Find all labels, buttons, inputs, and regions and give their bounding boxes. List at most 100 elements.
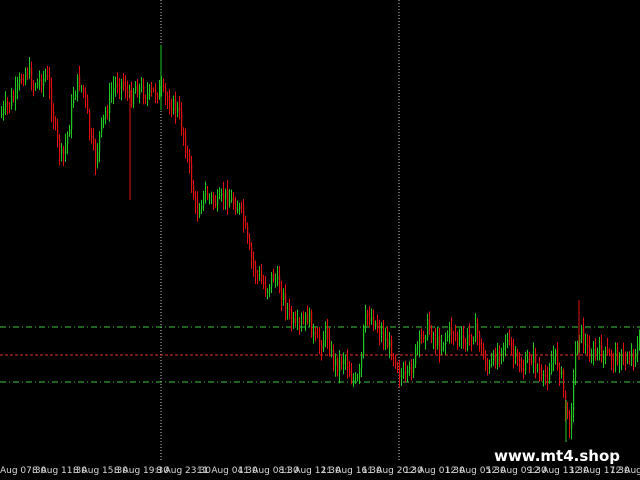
- bear-candle: [143, 86, 145, 99]
- bull-candle: [505, 343, 507, 346]
- bear-candle: [587, 344, 589, 348]
- bear-candle: [391, 340, 393, 358]
- bear-candle: [483, 347, 485, 358]
- bull-candle: [637, 346, 639, 356]
- bear-candle: [609, 352, 611, 355]
- bull-candle: [543, 374, 545, 376]
- bear-candle: [557, 350, 559, 367]
- bull-candle: [515, 352, 517, 357]
- bull-candle: [101, 119, 103, 134]
- bear-candle: [195, 196, 197, 203]
- bull-candle: [39, 79, 41, 82]
- bear-candle: [487, 366, 489, 369]
- bear-candle: [495, 354, 497, 365]
- bear-candle: [469, 334, 471, 337]
- bull-candle: [433, 337, 435, 340]
- bear-candle: [377, 323, 379, 329]
- bull-candle: [237, 209, 239, 212]
- bear-candle: [369, 317, 371, 322]
- bear-candle: [213, 196, 215, 202]
- bear-candle: [9, 104, 11, 107]
- bear-candle: [223, 193, 225, 200]
- bear-candle: [95, 144, 97, 164]
- bull-candle: [507, 340, 509, 344]
- bull-candle: [239, 205, 241, 210]
- bear-candle: [439, 336, 441, 352]
- bear-candle: [27, 72, 29, 75]
- bull-candle: [385, 338, 387, 341]
- bear-candle: [393, 357, 395, 359]
- bear-candle: [63, 148, 65, 155]
- bear-candle: [249, 238, 251, 248]
- bear-candle: [303, 321, 305, 323]
- bear-candle: [349, 369, 351, 375]
- bull-candle: [231, 197, 233, 201]
- bull-candle: [459, 337, 461, 340]
- bull-candle: [275, 279, 277, 281]
- bear-candle: [23, 80, 25, 82]
- chart-window[interactable]: Aug 07:30 8 Aug 11:30 8 Aug 15:30 8 Aug …: [0, 0, 640, 480]
- bear-candle: [251, 247, 253, 259]
- bull-candle: [11, 96, 13, 107]
- bull-candle: [359, 368, 361, 378]
- bear-candle: [197, 202, 199, 216]
- bear-candle: [169, 100, 171, 109]
- bear-candle: [563, 370, 565, 393]
- bull-candle: [105, 112, 107, 117]
- bear-candle: [373, 316, 375, 327]
- bull-candle: [419, 334, 421, 346]
- bear-candle: [53, 111, 55, 122]
- bear-candle: [333, 349, 335, 366]
- bull-candle: [29, 68, 31, 75]
- bear-candle: [545, 374, 547, 378]
- bull-candle: [225, 190, 227, 200]
- bear-candle: [539, 367, 541, 374]
- bull-candle: [581, 327, 583, 340]
- bull-candle: [549, 372, 551, 380]
- bull-candle: [449, 326, 451, 336]
- bear-candle: [257, 274, 259, 276]
- bull-candle: [75, 94, 77, 98]
- bull-candle: [173, 99, 175, 112]
- bear-candle: [163, 85, 165, 88]
- bear-candle: [429, 319, 431, 329]
- bear-candle: [315, 331, 317, 335]
- bull-candle: [277, 275, 279, 280]
- bear-candle: [227, 190, 229, 206]
- bear-candle: [165, 87, 167, 96]
- bear-candle: [247, 225, 249, 239]
- bull-candle: [17, 83, 19, 88]
- bull-candle: [339, 360, 341, 372]
- bull-candle: [381, 331, 383, 335]
- bear-candle: [607, 349, 609, 353]
- bear-candle: [241, 205, 243, 207]
- price-chart[interactable]: [0, 0, 640, 480]
- bear-candle: [295, 318, 297, 322]
- bear-candle: [243, 206, 245, 222]
- bull-candle: [489, 364, 491, 369]
- bear-candle: [119, 86, 121, 89]
- bull-candle: [113, 87, 115, 94]
- bull-candle: [199, 209, 201, 216]
- bear-candle: [189, 154, 191, 164]
- bear-candle: [127, 91, 129, 93]
- bear-candle: [633, 353, 635, 360]
- bear-candle: [145, 98, 147, 100]
- bull-candle: [441, 346, 443, 352]
- bull-candle: [271, 274, 273, 287]
- bear-candle: [589, 347, 591, 360]
- bull-candle: [619, 363, 621, 365]
- bear-candle: [499, 352, 501, 356]
- bear-candle: [93, 137, 95, 145]
- bear-candle: [383, 331, 385, 341]
- bear-candle: [513, 350, 515, 357]
- bear-candle: [327, 326, 329, 340]
- bull-candle: [283, 293, 285, 300]
- bear-candle: [279, 275, 281, 291]
- bear-candle: [87, 98, 89, 112]
- bull-candle: [293, 318, 295, 324]
- bull-candle: [475, 323, 477, 341]
- bear-candle: [567, 410, 569, 416]
- bear-candle: [321, 345, 323, 350]
- bear-candle: [117, 83, 119, 87]
